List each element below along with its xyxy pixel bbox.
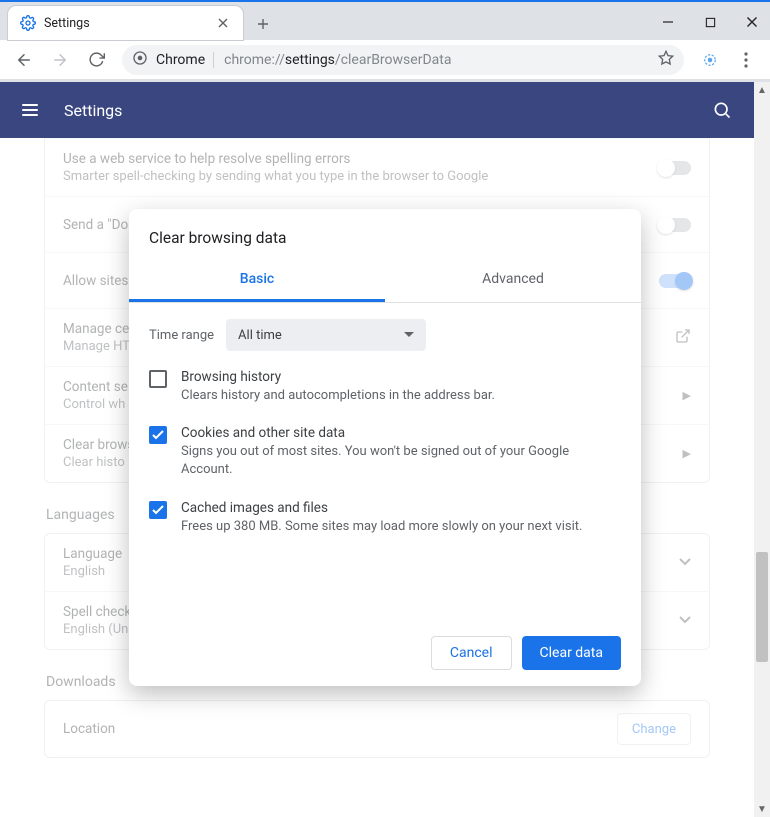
option-cache[interactable]: Cached images and files Frees up 380 MB.… [149, 490, 621, 546]
hamburger-icon[interactable] [16, 98, 44, 122]
forward-button[interactable] [44, 44, 76, 76]
checkbox-cache[interactable] [149, 501, 167, 519]
browser-tab[interactable]: Settings [8, 6, 243, 40]
minimize-button[interactable] [654, 8, 682, 36]
checkbox-cookies[interactable] [149, 426, 167, 444]
close-window-button[interactable] [738, 8, 766, 36]
dropdown-icon [404, 332, 414, 338]
browser-toolbar: Chrome chrome:// settings /clearBrowserD… [0, 40, 770, 80]
scrollbar[interactable]: ▲ ▼ [754, 82, 770, 817]
clear-data-button[interactable]: Clear data [522, 636, 621, 670]
kebab-menu-icon[interactable] [730, 44, 762, 76]
browser-titlebar: Settings [0, 0, 770, 40]
back-button[interactable] [8, 44, 40, 76]
time-range-select[interactable]: All time [226, 319, 426, 351]
extension-icon[interactable] [698, 48, 722, 72]
scroll-up-icon[interactable]: ▲ [754, 82, 770, 98]
gear-icon [20, 15, 36, 31]
option-cookies[interactable]: Cookies and other site data Signs you ou… [149, 415, 621, 489]
search-icon[interactable] [712, 100, 732, 124]
page-title: Settings [64, 101, 122, 120]
address-bar[interactable]: Chrome chrome:// settings /clearBrowserD… [122, 45, 684, 75]
star-icon[interactable] [658, 50, 674, 70]
scroll-thumb[interactable] [756, 552, 768, 662]
settings-header: Settings [0, 82, 754, 138]
close-icon[interactable] [215, 15, 231, 31]
new-tab-button[interactable] [249, 10, 277, 38]
scroll-down-icon[interactable]: ▼ [754, 801, 770, 817]
maximize-button[interactable] [696, 8, 724, 36]
dialog-title: Clear browsing data [149, 229, 621, 247]
time-range-label: Time range [149, 328, 214, 343]
tab-basic[interactable]: Basic [129, 259, 385, 302]
option-browsing-history[interactable]: Browsing history Clears history and auto… [149, 359, 621, 415]
clear-browsing-data-dialog: Clear browsing data Basic Advanced Time … [129, 209, 641, 686]
site-icon [132, 50, 148, 70]
reload-button[interactable] [80, 44, 112, 76]
checkbox-browsing-history[interactable] [149, 370, 167, 388]
omnibox-label: Chrome chrome:// settings /clearBrowserD… [156, 52, 650, 68]
cancel-button[interactable]: Cancel [431, 636, 512, 670]
time-range-value: All time [238, 328, 282, 343]
tab-advanced[interactable]: Advanced [385, 259, 641, 302]
tab-title: Settings [44, 16, 207, 31]
